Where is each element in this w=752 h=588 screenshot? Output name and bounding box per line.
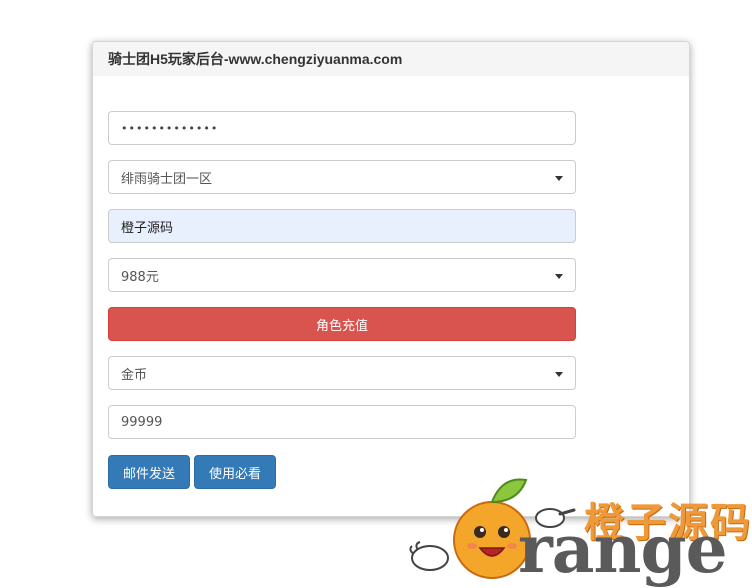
- role-name-input[interactable]: 橙子源码: [108, 209, 576, 243]
- server-select-value: 绯雨骑士团一区: [121, 171, 213, 187]
- password-input[interactable]: •••••••••••••: [108, 111, 576, 145]
- chevron-down-icon: [555, 274, 563, 279]
- chevron-down-icon: [555, 176, 563, 181]
- amount-select-value: 988元: [121, 269, 159, 285]
- panel-heading: 骑士团H5玩家后台-www.chengziyuanma.com: [93, 42, 689, 76]
- recharge-button[interactable]: 角色充值: [108, 307, 576, 341]
- panel-title: 骑士团H5玩家后台-www.chengziyuanma.com: [108, 51, 403, 67]
- quantity-value: 99999: [121, 414, 163, 430]
- watermark: 橙子源码 range: [400, 470, 752, 588]
- item-select[interactable]: 金币: [108, 356, 576, 390]
- amount-select[interactable]: 988元: [108, 258, 576, 292]
- player-admin-panel: 骑士团H5玩家后台-www.chengziyuanma.com ••••••••…: [92, 41, 690, 517]
- instructions-button[interactable]: 使用必看: [194, 455, 276, 489]
- send-mail-button[interactable]: 邮件发送: [108, 455, 190, 489]
- quantity-input[interactable]: 99999: [108, 405, 576, 439]
- role-name-value: 橙子源码: [121, 220, 174, 236]
- password-value: •••••••••••••: [121, 121, 219, 135]
- watermark-english-text: range: [518, 510, 728, 588]
- item-select-value: 金币: [121, 367, 148, 383]
- chevron-down-icon: [555, 372, 563, 377]
- server-select[interactable]: 绯雨骑士团一区: [108, 160, 576, 194]
